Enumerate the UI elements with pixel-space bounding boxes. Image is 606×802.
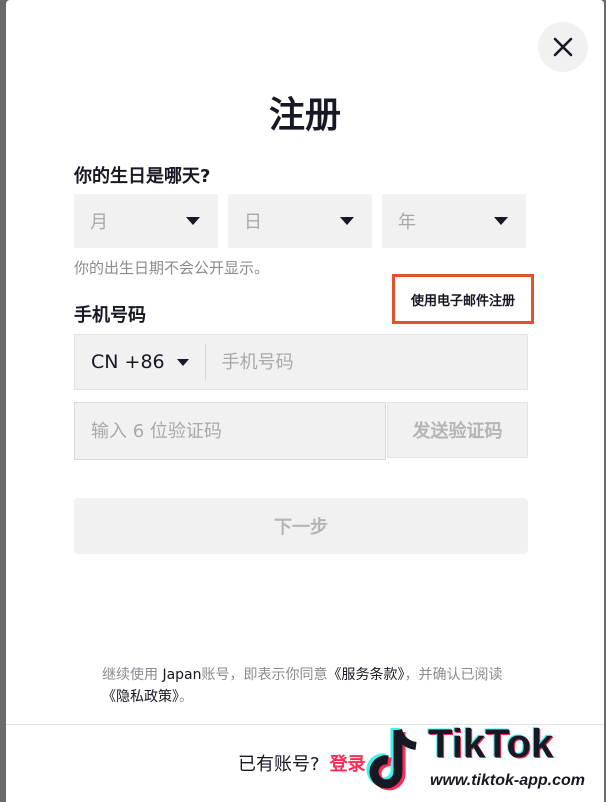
page-title: 注册 <box>268 95 341 136</box>
tiktok-note-icon <box>366 728 417 791</box>
day-select[interactable]: 日 <box>228 194 372 248</box>
tiktok-watermark: TikTok www.tiktok-app.com <box>350 722 606 802</box>
code-field <box>74 402 386 460</box>
terms-part4: 。 <box>179 689 193 705</box>
caret-down-icon <box>186 217 200 225</box>
month-select[interactable]: 月 <box>74 194 218 248</box>
year-select[interactable]: 年 <box>382 194 526 248</box>
birthday-label: 你的生日是哪天? <box>74 166 211 187</box>
terms-of-service-link[interactable]: 《服务条款》 <box>328 667 405 683</box>
caret-down-icon <box>340 217 354 225</box>
terms-app-name: Japan <box>162 667 202 683</box>
email-signup-link[interactable]: 使用电子邮件注册 <box>392 274 534 324</box>
caret-down-icon <box>176 358 189 366</box>
close-button[interactable] <box>538 22 588 72</box>
send-code-button[interactable]: 发送验证码 <box>387 402 528 458</box>
verification-code-input[interactable] <box>75 419 385 443</box>
terms-part2: 账号，即表示你同意 <box>201 667 328 683</box>
login-prompt-text: 已有账号? <box>238 754 320 775</box>
close-icon <box>553 37 573 57</box>
phone-input[interactable] <box>205 350 527 374</box>
watermark-url: www.tiktok-app.com <box>430 772 585 789</box>
terms-part3: ，并确认已阅读 <box>404 667 503 683</box>
month-select-value: 月 <box>90 212 108 233</box>
watermark-brand: TikTok <box>428 722 554 766</box>
birthday-hint: 你的出生日期不会公开显示。 <box>74 259 270 277</box>
terms-part1: 继续使用 <box>102 667 163 683</box>
country-code-value: CN +86 <box>91 351 165 373</box>
terms-text: 继续使用 Japan账号，即表示你同意《服务条款》，并确认已阅读《隐私政策》。 <box>102 664 522 708</box>
year-select-value: 年 <box>398 212 416 233</box>
phone-label: 手机号码 <box>74 305 146 326</box>
day-select-value: 日 <box>244 212 262 233</box>
login-prompt: 已有账号? 登录 <box>238 750 366 776</box>
signup-modal: 注册 你的生日是哪天? 月 日 年 你的出生日期不会公开显示。 手机号码 使用电… <box>6 0 604 802</box>
phone-field-group: CN +86 <box>74 334 528 390</box>
privacy-policy-link[interactable]: 《隐私政策》 <box>102 689 179 705</box>
caret-down-icon <box>494 217 508 225</box>
next-button[interactable]: 下一步 <box>74 498 528 554</box>
country-code-select[interactable]: CN +86 <box>75 335 205 389</box>
